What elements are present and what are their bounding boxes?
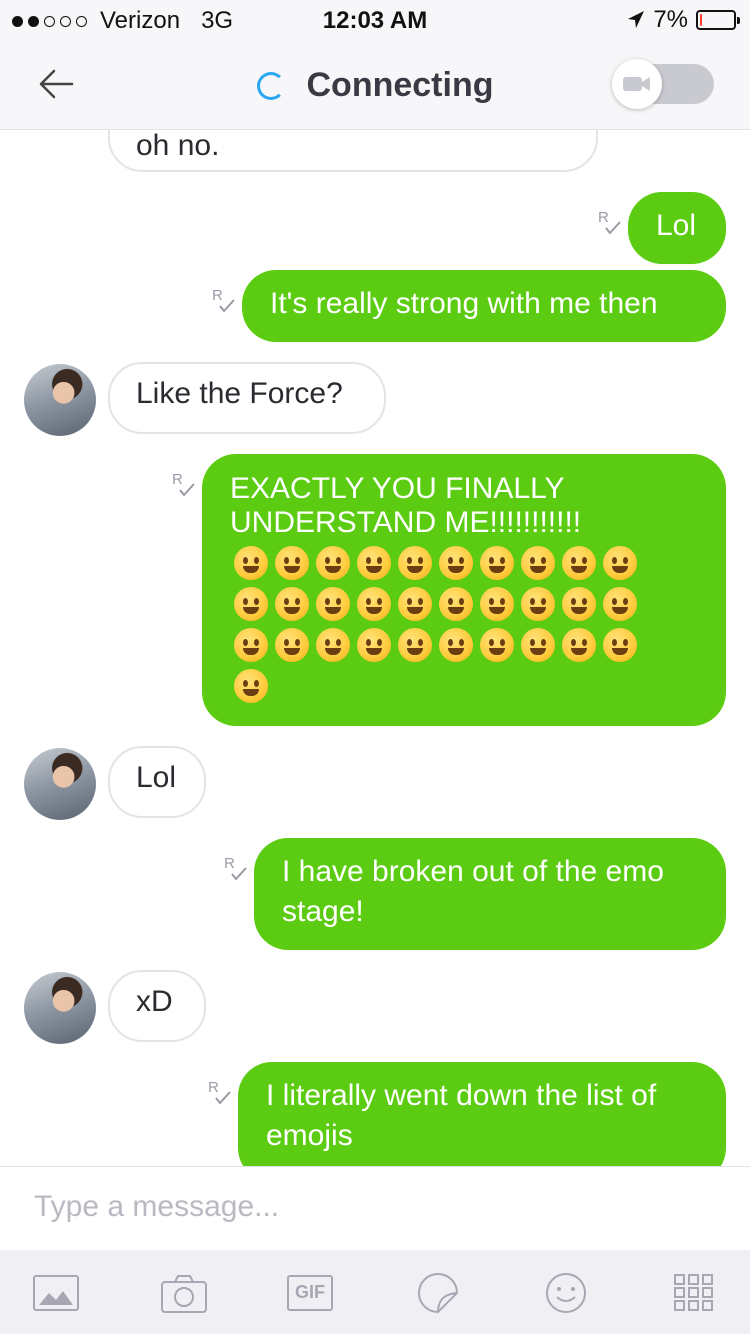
- camera-button[interactable]: [160, 1272, 208, 1314]
- composer: [0, 1166, 750, 1250]
- more-apps-button[interactable]: [670, 1272, 718, 1314]
- smiley-emoji-icon: [353, 624, 394, 665]
- smiley-emoji-icon: [476, 542, 517, 583]
- video-toggle-knob: [612, 59, 662, 109]
- read-receipt-icon: R: [212, 287, 235, 313]
- read-receipt-icon: R: [224, 855, 247, 881]
- smiley-emoji-icon: [517, 624, 558, 665]
- outgoing-message[interactable]: EXACTLY YOU FINALLY UNDERSTAND ME!!!!!!!…: [202, 454, 726, 726]
- svg-text:R: R: [208, 1079, 219, 1096]
- smiley-emoji-icon: [312, 583, 353, 624]
- read-receipt-icon: R: [598, 209, 621, 235]
- composer-toolbar: GIF: [0, 1250, 750, 1334]
- message-list[interactable]: oh no. R Lol R It's really strong with m…: [0, 130, 750, 1166]
- smiley-emoji-icon: [394, 624, 435, 665]
- message-text: It's really strong with me then: [270, 287, 658, 320]
- status-right: 7%: [627, 6, 740, 34]
- incoming-message[interactable]: oh no.: [108, 130, 598, 172]
- photo-gallery-icon: [33, 1275, 79, 1311]
- message-text: I have broken out of the emo stage!: [282, 855, 664, 928]
- outgoing-message[interactable]: I literally went down the list of emojis: [238, 1062, 726, 1166]
- chat-header: Connecting: [0, 40, 750, 130]
- smiley-emoji-icon: [353, 583, 394, 624]
- photo-gallery-button[interactable]: [32, 1272, 80, 1314]
- video-camera-icon: [623, 77, 650, 91]
- read-receipt-icon: R: [172, 471, 195, 497]
- avatar[interactable]: [24, 748, 96, 820]
- sticker-button[interactable]: [414, 1272, 462, 1314]
- page-title: Connecting: [306, 66, 494, 104]
- smiley-emoji-icon: [230, 624, 271, 665]
- message-text: I literally went down the list of emojis: [266, 1079, 657, 1152]
- smiley-emoji-icon: [517, 542, 558, 583]
- gif-button[interactable]: GIF: [286, 1272, 334, 1314]
- spinner-icon: [256, 71, 285, 100]
- outgoing-message[interactable]: Lol: [628, 192, 726, 264]
- smiley-emoji-icon: [435, 542, 476, 583]
- incoming-message[interactable]: xD: [108, 970, 206, 1042]
- message-text: oh no.: [136, 130, 220, 162]
- smiley-emoji-icon: [271, 624, 312, 665]
- smiley-emoji-icon: [599, 542, 640, 583]
- sticker-icon: [418, 1273, 459, 1314]
- avatar[interactable]: [24, 364, 96, 436]
- svg-text:R: R: [598, 209, 609, 226]
- battery-percent: 7%: [653, 6, 688, 33]
- smiley-emoji-icon: [394, 542, 435, 583]
- smiley-emoji-icon: [230, 542, 271, 583]
- status-bar: Verizon 3G 12:03 AM 7%: [0, 0, 750, 40]
- smiley-emoji-icon: [558, 583, 599, 624]
- incoming-message[interactable]: Like the Force?: [108, 362, 386, 434]
- svg-text:R: R: [212, 287, 223, 304]
- smiley-emoji-icon: [599, 583, 640, 624]
- message-text: xD: [136, 985, 173, 1018]
- more-apps-grid-icon: [674, 1274, 713, 1311]
- emoji-sequence: [230, 542, 698, 706]
- smiley-emoji-icon: [476, 583, 517, 624]
- smiley-emoji-icon: [599, 624, 640, 665]
- message-text: Lol: [656, 209, 697, 242]
- message-text: Like the Force?: [136, 377, 343, 410]
- smiley-emoji-icon: [558, 624, 599, 665]
- smiley-emoji-icon: [517, 583, 558, 624]
- battery-icon: [696, 10, 740, 30]
- outgoing-message[interactable]: I have broken out of the emo stage!: [254, 838, 726, 950]
- smiley-emoji-icon: [230, 665, 271, 706]
- smiley-emoji-icon: [230, 583, 271, 624]
- smiley-emoji-icon: [558, 542, 599, 583]
- svg-text:R: R: [172, 471, 183, 488]
- smiley-emoji-icon: [312, 542, 353, 583]
- svg-text:R: R: [224, 855, 235, 872]
- camera-icon: [161, 1275, 207, 1313]
- message-text: EXACTLY YOU FINALLY UNDERSTAND ME!!!!!!!…: [230, 472, 582, 539]
- gif-label: GIF: [295, 1281, 325, 1302]
- smiley-emoji-icon: [476, 624, 517, 665]
- message-text: Lol: [136, 761, 177, 794]
- smiley-emoji-icon: [353, 542, 394, 583]
- location-arrow-icon: [628, 11, 645, 28]
- outgoing-message[interactable]: It's really strong with me then: [242, 270, 726, 342]
- read-receipt-icon: R: [208, 1079, 231, 1105]
- incoming-message[interactable]: Lol: [108, 746, 206, 818]
- chat-screen: Verizon 3G 12:03 AM 7% Connecting oh no.…: [0, 0, 750, 1334]
- battery-level: [700, 14, 702, 26]
- avatar[interactable]: [24, 972, 96, 1044]
- smiley-emoji-icon: [271, 542, 312, 583]
- smiley-emoji-icon: [435, 583, 476, 624]
- smiley-emoji-icon: [394, 583, 435, 624]
- smiley-emoji-icon: [435, 624, 476, 665]
- smiley-emoji-icon: [312, 624, 353, 665]
- video-toggle[interactable]: [612, 59, 714, 109]
- smiley-emoji-icon: [271, 583, 312, 624]
- message-input[interactable]: [34, 1185, 714, 1229]
- emoji-button[interactable]: [542, 1272, 590, 1314]
- emoji-icon: [546, 1273, 586, 1313]
